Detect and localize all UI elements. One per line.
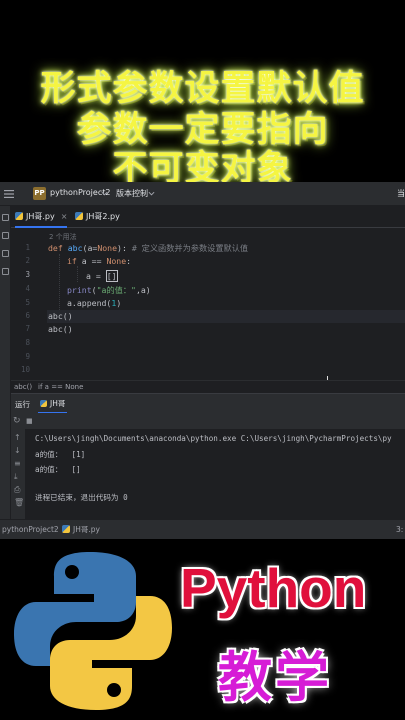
line-number: 10 bbox=[20, 365, 30, 374]
stop-icon[interactable]: ■ bbox=[26, 417, 33, 425]
console-toolbar: ↻ ■ bbox=[11, 413, 405, 429]
title-bar: PP pythonProject2 版本控制 当 bbox=[0, 182, 405, 206]
line-number: 3 bbox=[25, 270, 30, 279]
ide-window: PP pythonProject2 版本控制 当 JH哥.py × JH哥2.py… bbox=[0, 182, 405, 539]
python-file-icon bbox=[62, 525, 70, 533]
chevron-down-icon bbox=[101, 191, 108, 196]
console-side-toolbar: ↑ ↓ ≡ ⤓ ⎙ 🗑 bbox=[11, 429, 25, 519]
line-number: 7 bbox=[25, 324, 30, 333]
code-editor[interactable]: 1 2 3 4 5 6 7 8 9 10 2 个用法 def abc(a=Non… bbox=[11, 228, 405, 385]
close-icon[interactable]: × bbox=[61, 212, 68, 221]
code-line-5: a.append(1) bbox=[67, 298, 122, 308]
scroll-down-icon[interactable]: ↓ bbox=[14, 446, 21, 455]
chevron-right-icon: › bbox=[54, 525, 57, 534]
branding-area: Python 教学 bbox=[0, 539, 405, 720]
python-heading: Python bbox=[180, 557, 367, 619]
line-number-gutter: 1 2 3 4 5 6 7 8 9 10 bbox=[11, 228, 47, 380]
code-line-6: abc() bbox=[48, 311, 73, 321]
truncated-menu[interactable]: 当 bbox=[397, 188, 405, 199]
more-tools-icon[interactable] bbox=[2, 268, 9, 275]
console-command: C:\Users\jingh\Documents\anaconda\python… bbox=[35, 434, 392, 443]
tab-jh2-py[interactable]: JH哥2.py bbox=[75, 206, 120, 228]
editor-tab-bar: JH哥.py × JH哥2.py bbox=[11, 206, 405, 228]
line-number: 6 bbox=[25, 311, 30, 320]
run-config-tab[interactable]: JH哥 bbox=[38, 394, 68, 414]
cursor-position[interactable]: 3: bbox=[396, 520, 403, 539]
structure-tool-icon[interactable] bbox=[2, 250, 9, 257]
main-menu-icon[interactable] bbox=[3, 188, 15, 200]
line-number: 9 bbox=[25, 352, 30, 361]
line-number: 4 bbox=[25, 284, 30, 293]
status-file[interactable]: JH哥.py bbox=[62, 520, 100, 539]
vcs-menu[interactable]: 版本控制 bbox=[116, 188, 148, 199]
breadcrumb-item[interactable]: if a == None bbox=[38, 383, 83, 391]
code-line-7: abc() bbox=[48, 324, 73, 334]
left-tool-strip bbox=[0, 206, 11, 539]
title-banner: 形式参数设置默认值 参数一定要指向 不可变对象 bbox=[0, 0, 405, 189]
tab-label: JH哥2.py bbox=[86, 212, 120, 221]
line-number: 2 bbox=[25, 256, 30, 265]
print-icon[interactable]: ⎙ bbox=[14, 485, 20, 495]
indent-guide bbox=[77, 266, 78, 282]
run-panel-header: 运行 JH哥 bbox=[11, 393, 405, 414]
python-file-icon bbox=[75, 212, 83, 220]
current-line-highlight bbox=[47, 310, 405, 323]
tab-jh-py[interactable]: JH哥.py × bbox=[15, 206, 68, 228]
line-number: 5 bbox=[25, 298, 30, 307]
tab-label: JH哥.py bbox=[26, 212, 55, 221]
line-number: 8 bbox=[25, 338, 30, 347]
line-number: 1 bbox=[25, 243, 30, 252]
scroll-to-end-icon[interactable]: ⤓ bbox=[14, 472, 18, 482]
console-output-line: a的值： [] bbox=[35, 465, 81, 474]
breadcrumb: abc() if a == None bbox=[11, 380, 405, 393]
run-panel-label: 运行 bbox=[15, 400, 30, 409]
python-file-icon bbox=[15, 212, 23, 220]
chevron-down-icon bbox=[148, 191, 155, 196]
rerun-icon[interactable]: ↻ bbox=[13, 416, 21, 426]
code-line-2: if a == None: bbox=[67, 256, 132, 266]
status-bar: pythonProject2 › JH哥.py 3: bbox=[0, 519, 405, 539]
teaching-heading: 教学 bbox=[218, 646, 332, 709]
indent-guide bbox=[59, 254, 60, 310]
commit-tool-icon[interactable] bbox=[2, 232, 9, 239]
run-console[interactable]: C:\Users\jingh\Documents\anaconda\python… bbox=[25, 429, 405, 519]
project-tool-icon[interactable] bbox=[2, 214, 9, 221]
python-file-icon bbox=[40, 400, 47, 407]
code-line-3: a = [] bbox=[86, 270, 118, 282]
breadcrumb-item[interactable]: abc() bbox=[14, 383, 32, 391]
console-exit-message: 进程已结束，退出代码为 0 bbox=[35, 493, 128, 502]
python-logo bbox=[14, 552, 172, 710]
scroll-up-icon[interactable]: ↑ bbox=[14, 433, 21, 442]
trash-icon[interactable]: 🗑 bbox=[14, 498, 24, 507]
project-badge[interactable]: PP bbox=[33, 187, 46, 200]
soft-wrap-icon[interactable]: ≡ bbox=[14, 459, 21, 468]
status-project[interactable]: pythonProject2 bbox=[2, 520, 59, 539]
usage-hint[interactable]: 2 个用法 bbox=[49, 232, 77, 242]
code-line-1: def abc(a=None): # 定义函数并为参数设置默认值 bbox=[48, 243, 249, 253]
console-output-line: a的值： [1] bbox=[35, 450, 86, 459]
code-line-4: print("a的值：",a) bbox=[67, 285, 151, 295]
